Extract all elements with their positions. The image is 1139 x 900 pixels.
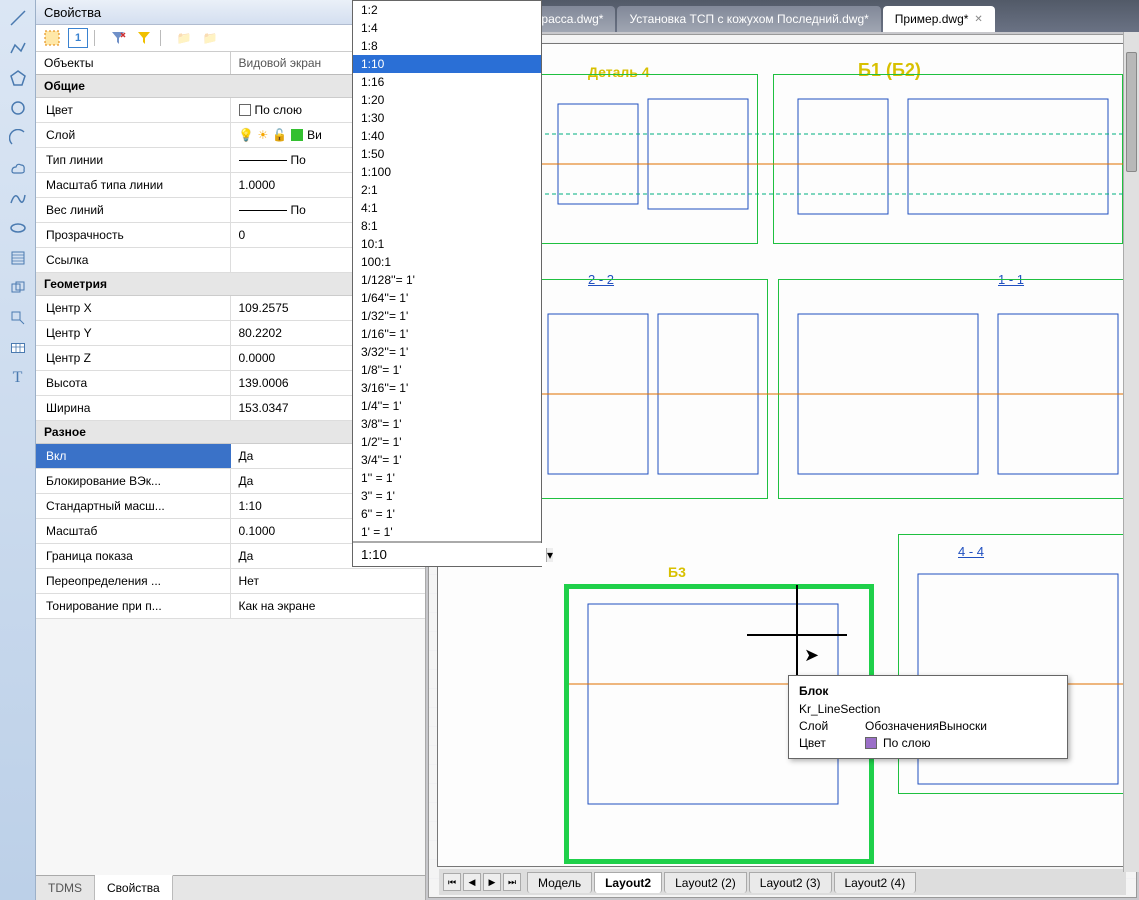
scale-option[interactable]: 1' = 1': [353, 523, 541, 541]
tool-circle-icon[interactable]: [4, 94, 32, 122]
layout-first-icon[interactable]: ⏮: [443, 873, 461, 891]
scale-option[interactable]: 1:2: [353, 1, 541, 19]
layout-last-icon[interactable]: ⏭: [503, 873, 521, 891]
close-tab-icon[interactable]: ✕: [974, 14, 982, 25]
scale-option[interactable]: 1/8''= 1': [353, 361, 541, 379]
panel-bottom-tabs: TDMS Свойства: [36, 875, 425, 900]
select-all-icon[interactable]: [42, 28, 62, 48]
tooltip-color-key: Цвет: [799, 736, 859, 750]
scale-option[interactable]: 3/16''= 1': [353, 379, 541, 397]
label-b3: Б3: [668, 564, 686, 580]
filter-icon[interactable]: [134, 28, 154, 48]
prop-shade[interactable]: Тонирование при п...Как на экране: [36, 594, 425, 619]
left-toolbar: T: [0, 0, 36, 900]
tool-block-icon[interactable]: [4, 304, 32, 332]
tool-region-icon[interactable]: [4, 274, 32, 302]
vscroll-thumb[interactable]: [1126, 52, 1137, 172]
scale-option[interactable]: 10:1: [353, 235, 541, 253]
layout-tab[interactable]: Layout2 (3): [749, 872, 832, 893]
folder1-icon[interactable]: 📁: [174, 28, 194, 48]
objects-label: Объекты: [36, 52, 231, 74]
scale-option[interactable]: 8:1: [353, 217, 541, 235]
scale-option[interactable]: 3/8''= 1': [353, 415, 541, 433]
scale-option[interactable]: 1/4''= 1': [353, 397, 541, 415]
prop-override[interactable]: Переопределения ...Нет: [36, 569, 425, 594]
tool-arc-icon[interactable]: [4, 124, 32, 152]
scale-dropdown[interactable]: 1:21:41:81:101:161:201:301:401:501:1002:…: [352, 0, 542, 567]
tab-tdms[interactable]: TDMS: [36, 876, 95, 900]
scale-option[interactable]: 1/2''= 1': [353, 433, 541, 451]
tooltip-color-icon: [865, 737, 877, 749]
tool-polyline-icon[interactable]: [4, 34, 32, 62]
scale-list[interactable]: 1:21:41:81:101:161:201:301:401:501:1002:…: [353, 1, 541, 542]
scale-dropdown-arrow-icon[interactable]: ▾: [546, 548, 553, 562]
tooltip-title: Блок: [799, 684, 1057, 698]
scale-option[interactable]: 1:4: [353, 19, 541, 37]
scale-option[interactable]: 100:1: [353, 253, 541, 271]
scale-option[interactable]: 6'' = 1': [353, 505, 541, 523]
scale-option[interactable]: 1:30: [353, 109, 541, 127]
layout-next-icon[interactable]: ▶: [483, 873, 501, 891]
scale-option[interactable]: 1/128''= 1': [353, 271, 541, 289]
crosshair-cursor-icon: [787, 625, 807, 645]
tool-text-icon[interactable]: T: [4, 364, 32, 392]
linetype-sample-icon: [239, 160, 287, 161]
scale-option[interactable]: 3/4''= 1': [353, 451, 541, 469]
sun-icon: ☀: [257, 128, 268, 142]
layout-tab[interactable]: Layout2 (2): [664, 872, 747, 893]
tool-table-icon[interactable]: [4, 334, 32, 362]
tool-hatch-icon[interactable]: [4, 244, 32, 272]
scale-option[interactable]: 1:16: [353, 73, 541, 91]
scale-option[interactable]: 3/32''= 1': [353, 343, 541, 361]
layout-tab[interactable]: Модель: [527, 872, 592, 893]
scale-option[interactable]: 1:20: [353, 91, 541, 109]
select-one-icon[interactable]: 1: [68, 28, 88, 48]
tab-properties[interactable]: Свойства: [95, 875, 173, 900]
scale-option[interactable]: 1:100: [353, 163, 541, 181]
folder2-icon[interactable]: 📁: [200, 28, 220, 48]
scale-option[interactable]: 3'' = 1': [353, 487, 541, 505]
scale-option[interactable]: 1/16''= 1': [353, 325, 541, 343]
scale-option[interactable]: 1/64''= 1': [353, 289, 541, 307]
panel-title-text: Свойства: [44, 5, 101, 20]
tooltip-layer-key: Слой: [799, 719, 859, 733]
lock-open-icon: 🔓: [272, 128, 287, 142]
scale-option[interactable]: 4:1: [353, 199, 541, 217]
scale-option[interactable]: 1'' = 1': [353, 469, 541, 487]
scale-option[interactable]: 1:8: [353, 37, 541, 55]
tool-cloud-icon[interactable]: [4, 154, 32, 182]
vertical-scrollbar[interactable]: [1123, 32, 1139, 872]
tool-ellipse-icon[interactable]: [4, 214, 32, 242]
tool-line-icon[interactable]: [4, 4, 32, 32]
doc-tab[interactable]: Пример.dwg*✕: [883, 6, 995, 32]
doc-tab[interactable]: Установка ТСП с кожухом Последний.dwg*: [617, 6, 880, 32]
tool-polygon-icon[interactable]: [4, 64, 32, 92]
layout-tab[interactable]: Layout2: [594, 872, 662, 893]
bulb-icon: 💡: [239, 128, 254, 142]
tool-spline-icon[interactable]: [4, 184, 32, 212]
scale-input[interactable]: [353, 543, 546, 566]
layout-tabs: ⏮ ◀ ▶ ⏭ МодельLayout2Layout2 (2)Layout2 …: [439, 869, 1126, 895]
entity-tooltip: Блок Kr_LineSection Слой ОбозначенияВынос…: [788, 675, 1068, 759]
properties-panel: Свойства 📌 ✕ 1 📁 📁 Объекты Видовой экран…: [36, 0, 426, 900]
layout-tab[interactable]: Layout2 (4): [834, 872, 917, 893]
scale-option[interactable]: 1:10: [353, 55, 541, 73]
lweight-sample-icon: [239, 210, 287, 211]
bylayer-swatch-icon: [239, 104, 251, 116]
tooltip-layer-val: ОбозначенияВыноски: [865, 719, 987, 733]
scale-option[interactable]: 2:1: [353, 181, 541, 199]
tooltip-name: Kr_LineSection: [799, 702, 1057, 716]
layout-prev-icon[interactable]: ◀: [463, 873, 481, 891]
tooltip-color-val: По слою: [883, 736, 930, 750]
scale-option[interactable]: 1:50: [353, 145, 541, 163]
scale-option[interactable]: 1:40: [353, 127, 541, 145]
cursor-arrow-icon: ➤: [804, 645, 819, 666]
filter-clear-icon[interactable]: [108, 28, 128, 48]
scale-input-row: ▾: [353, 542, 541, 566]
layer-color-icon: [291, 129, 303, 141]
scale-option[interactable]: 1/32''= 1': [353, 307, 541, 325]
